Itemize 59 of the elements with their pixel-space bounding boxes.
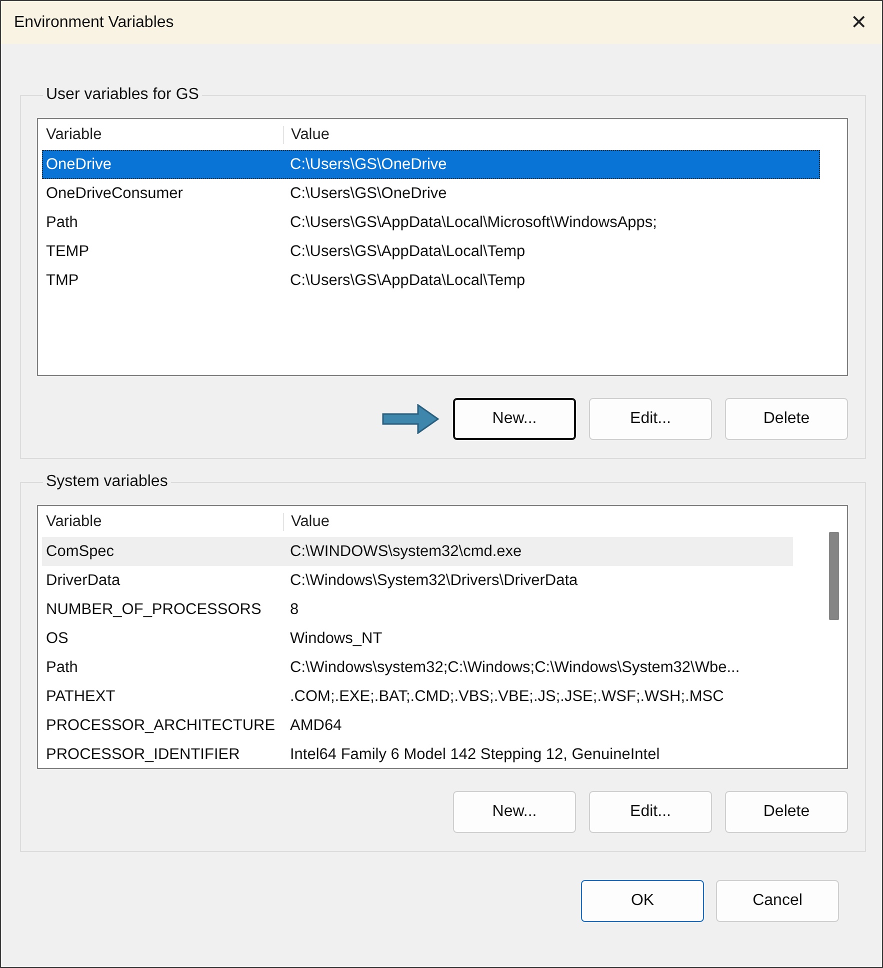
dialog-button[interactable]: Delete [725, 398, 848, 440]
variable-value: C:\WINDOWS\system32\cmd.exe [289, 542, 522, 560]
arrow-icon [382, 404, 440, 434]
variable-value: Windows_NT [289, 630, 382, 648]
column-header[interactable]: Value [284, 513, 330, 531]
variable-value: C:\Users\GS\OneDrive [289, 184, 447, 202]
dialog-button[interactable]: New... [453, 398, 576, 440]
list-row[interactable]: PROCESSOR_IDENTIFIER Intel64 Family 6 Model 142 Stepping 12, GenuineIntel [42, 740, 793, 768]
variable-name: NUMBER_OF_PROCESSORS [45, 600, 262, 618]
list-row[interactable]: PATHEXT .COM;.EXE;.BAT;.CMD;.VBS;.VBE;.JS;.JSE;.WSF;.WSH;.MSC [42, 682, 793, 711]
variable-value: Intel64 Family 6 Model 142 Stepping 12, GenuineIntel [289, 746, 660, 764]
variable-name: PROCESSOR_ARCHITECTURE [45, 716, 276, 734]
variable-value: .COM;.EXE;.BAT;.CMD;.VBS;.VBE;.JS;.JSE;.WSF;.WSH;.MSC [289, 688, 724, 706]
list-row[interactable]: PROCESSOR_ARCHITECTURE AMD64 [42, 711, 793, 740]
dialog-button[interactable]: Cancel [716, 880, 839, 922]
variable-name: TMP [45, 272, 80, 290]
variable-name: OneDrive [45, 156, 112, 174]
list-row[interactable]: TEMP C:\Users\GS\AppData\Local\Temp [42, 237, 820, 266]
dialog-button[interactable]: New... [453, 791, 576, 833]
variable-name: TEMP [45, 242, 90, 260]
variables-list[interactable] [37, 118, 848, 376]
column-header[interactable]: Variable [42, 513, 284, 531]
variable-name: OneDriveConsumer [45, 184, 184, 202]
list-row[interactable]: DriverData C:\Windows\System32\Drivers\DriverData [42, 566, 793, 595]
scrollbar-thumb[interactable] [828, 532, 838, 620]
close-button[interactable]: ✕ [836, 1, 882, 44]
variable-name: Path [45, 658, 79, 676]
list-row[interactable]: TMP C:\Users\GS\AppData\Local\Temp [42, 266, 820, 295]
dialog-button[interactable]: Delete [725, 791, 848, 833]
variable-name: Path [45, 214, 79, 232]
list-row[interactable]: OneDriveConsumer C:\Users\GS\OneDrive [42, 179, 820, 208]
dialog-button[interactable]: Edit... [589, 398, 712, 440]
list-row[interactable]: OneDrive C:\Users\GS\OneDrive [42, 150, 820, 179]
variable-value: C:\Users\GS\OneDrive [289, 156, 447, 174]
list-row[interactable]: Path C:\Users\GS\AppData\Local\Microsoft\WindowsApps; [42, 208, 820, 237]
variable-value: C:\Users\GS\AppData\Local\Temp [289, 272, 526, 290]
group-title: System variables [45, 473, 169, 491]
variable-value: C:\Users\GS\AppData\Local\Temp [289, 242, 526, 260]
variable-name: PATHEXT [45, 688, 116, 706]
variable-name: OS [45, 630, 70, 648]
list-row[interactable]: OS Windows_NT [42, 624, 793, 653]
variable-value: C:\Windows\system32;C:\Windows;C:\Windows\System32\Wbe... [289, 658, 740, 676]
variable-value: AMD64 [289, 716, 342, 734]
group-title: User variables for GS [45, 86, 200, 104]
variable-value: 8 [289, 600, 299, 618]
variable-value: C:\Users\GS\AppData\Local\Microsoft\WindowsApps; [289, 214, 657, 232]
variable-name: DriverData [45, 572, 122, 590]
list-row[interactable]: Path C:\Windows\system32;C:\Windows;C:\Windows\System32\Wbe... [42, 653, 793, 682]
variable-name: PROCESSOR_IDENTIFIER [45, 746, 241, 764]
list-row[interactable]: NUMBER_OF_PROCESSORS 8 [42, 595, 793, 624]
dialog-button[interactable]: OK [581, 880, 704, 922]
window-title: Environment Variables [14, 14, 174, 32]
dialog-button[interactable]: Edit... [589, 791, 712, 833]
variable-name: ComSpec [45, 542, 116, 560]
column-header[interactable]: Variable [42, 126, 284, 144]
variables-list[interactable] [37, 505, 848, 769]
list-row[interactable]: ComSpec C:\WINDOWS\system32\cmd.exe [42, 537, 793, 566]
variable-value: C:\Windows\System32\Drivers\DriverData [289, 572, 578, 590]
column-header[interactable]: Value [284, 126, 330, 144]
